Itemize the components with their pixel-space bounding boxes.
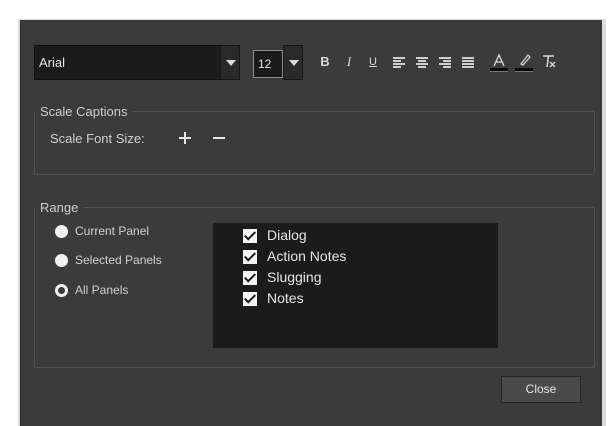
clear-formatting-icon[interactable] — [541, 53, 557, 69]
bold-icon[interactable]: B — [317, 53, 333, 71]
highlighter-icon — [520, 54, 531, 66]
align-left-icon[interactable] — [393, 57, 405, 68]
underline-icon[interactable]: U — [365, 53, 381, 71]
increase-font-size-icon[interactable] — [179, 132, 191, 144]
italic-icon[interactable]: I — [341, 53, 357, 71]
checkbox-checked[interactable] — [243, 292, 257, 306]
font-size-dropdown-button[interactable] — [283, 45, 303, 80]
radio-button[interactable] — [55, 225, 68, 238]
chevron-down-icon — [226, 60, 236, 66]
text-color-icon — [493, 53, 505, 67]
checkbox-checked[interactable] — [243, 250, 257, 264]
text-color-swatch — [490, 68, 508, 72]
checkbox-checked[interactable] — [243, 271, 257, 285]
caption-format-dialog: Arial 12 B I U Scale Captions Scale Font… — [20, 20, 602, 426]
font-size-input[interactable]: 12 — [253, 50, 283, 78]
highlight-color-swatch — [515, 68, 533, 72]
align-right-icon[interactable] — [439, 57, 451, 68]
radio-button-selected[interactable] — [55, 284, 68, 297]
caption-type-label: Slugging — [267, 269, 322, 285]
align-center-icon[interactable] — [416, 57, 428, 68]
checkbox-checked[interactable] — [243, 229, 257, 243]
caption-type-label: Notes — [267, 290, 304, 306]
font-family-select[interactable]: Arial — [34, 45, 234, 80]
chevron-down-icon — [289, 60, 299, 66]
decrease-font-size-icon[interactable] — [213, 137, 225, 139]
radio-label: Selected Panels — [75, 253, 162, 267]
close-button[interactable]: Close — [501, 376, 581, 403]
scale-captions-title: Scale Captions — [40, 104, 128, 119]
radio-label: All Panels — [75, 283, 129, 297]
caption-type-label: Dialog — [267, 227, 307, 243]
radio-button[interactable] — [55, 254, 68, 267]
align-justify-icon[interactable] — [462, 57, 474, 68]
caption-types-list[interactable]: Dialog Action Notes Slugging Notes — [213, 223, 498, 348]
caption-type-label: Action Notes — [267, 248, 347, 264]
radio-label: Current Panel — [75, 224, 150, 238]
scale-font-size-label: Scale Font Size: — [50, 131, 145, 146]
font-family-dropdown-button[interactable] — [220, 45, 240, 80]
range-title: Range — [40, 200, 79, 215]
